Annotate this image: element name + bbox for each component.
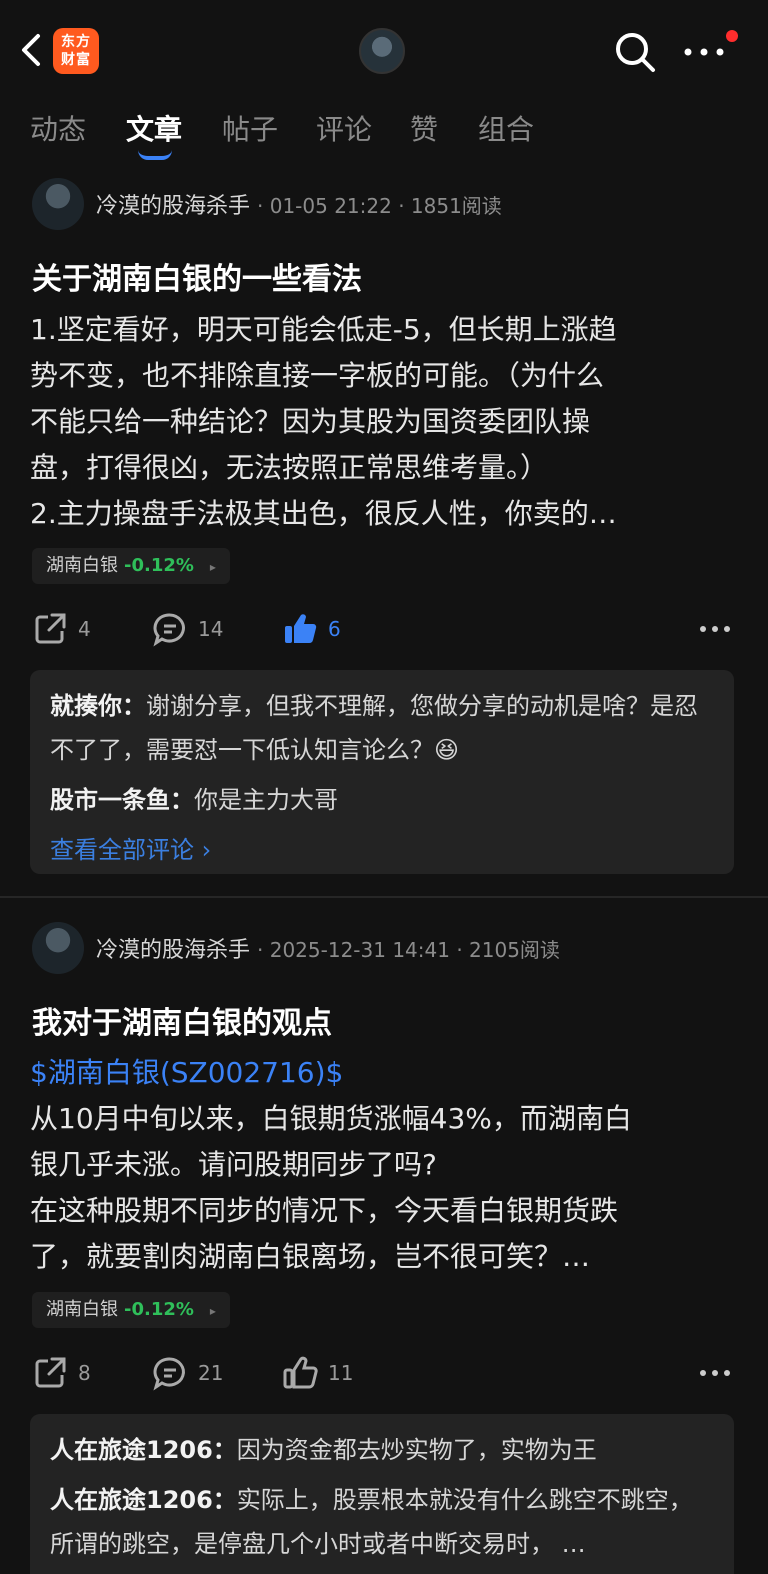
author-name[interactable]: 冷漠的股海杀手: [96, 194, 250, 219]
comment-preview[interactable]: 人在旅途1206：因为资金都去炒实物了，实物为王 人在旅途1206：实际上，股票…: [30, 1414, 734, 1574]
top-bar: 东方 财富: [0, 0, 768, 100]
author-avatar[interactable]: [32, 178, 84, 230]
comment-count: 14: [198, 617, 224, 641]
tab-bar: 动态 文章 帖子 评论 赞 组合: [0, 100, 768, 164]
notification-dot: [726, 30, 738, 42]
logo-line2: 财富: [61, 52, 91, 68]
like-count: 6: [328, 617, 341, 641]
comment-text: 谢谢分享，但我不理解，您做分享的动机是啥？是忍不了了，需要怼一下低认知言论么？😆: [50, 692, 698, 764]
comment-item[interactable]: 股市一条鱼：你是主力大哥: [50, 778, 714, 822]
share-button[interactable]: 4: [32, 604, 91, 654]
app-logo[interactable]: 东方 财富: [53, 28, 99, 74]
body-line: 1.坚定看好，明天可能会低走-5，但长期上涨趋: [30, 313, 617, 346]
author-line: 冷漠的股海杀手 · 01-05 21:22 · 1851阅读: [96, 188, 502, 220]
author-line: 冷漠的股海杀手 · 2025-12-31 14:41 · 2105阅读: [96, 932, 560, 964]
post-meta: · 2025-12-31 14:41 · 2105阅读: [257, 938, 560, 962]
share-count: 4: [78, 617, 91, 641]
like-button[interactable]: 6: [282, 604, 341, 654]
tab-dynamic[interactable]: 动态: [30, 108, 86, 148]
comment-item[interactable]: 就揍你：谢谢分享，但我不理解，您做分享的动机是啥？是忍不了了，需要怼一下低认知言…: [50, 684, 714, 772]
stock-link[interactable]: $湖南白银(SZ002716)$: [30, 1050, 730, 1096]
comment-preview[interactable]: 就揍你：谢谢分享，但我不理解，您做分享的动机是啥？是忍不了了，需要怼一下低认知言…: [30, 670, 734, 874]
comment-item[interactable]: 人在旅途1206：实际上，股票根本就没有什么跳空不跳空， 所谓的跳空，是停盘几个…: [50, 1478, 714, 1566]
body-line: 从10月中旬以来，白银期货涨幅43%，而湖南白: [30, 1102, 632, 1135]
post-title[interactable]: 我对于湖南白银的观点: [32, 998, 332, 1042]
comment-button[interactable]: 14: [152, 604, 223, 654]
body-line: 势不变，也不排除直接一字板的可能。（为什么: [30, 359, 605, 392]
body-line: 了，就要割肉湖南白银离场，岂不很可笑？…: [30, 1240, 591, 1273]
back-icon[interactable]: [14, 30, 50, 70]
post-body[interactable]: $湖南白银(SZ002716)$ 从10月中旬以来，白银期货涨幅43%，而湖南白…: [30, 1050, 730, 1280]
action-bar: 4 14 6: [0, 604, 768, 654]
share-count: 8: [78, 1361, 91, 1385]
like-button[interactable]: 11: [282, 1348, 353, 1398]
stock-name: 湖南白银: [46, 1299, 118, 1320]
action-bar: 8 21 11: [0, 1348, 768, 1398]
tab-comments[interactable]: 评论: [316, 108, 372, 148]
body-line: 在这种股期不同步的情况下，今天看白银期货跌: [30, 1194, 619, 1227]
comment-button[interactable]: 21: [152, 1348, 223, 1398]
thumbs-up-icon: [283, 1356, 318, 1389]
comment-text: 你是主力大哥: [194, 786, 338, 814]
tab-portfolio[interactable]: 组合: [478, 108, 534, 148]
tab-likes[interactable]: 赞: [410, 108, 438, 148]
share-icon: [35, 1357, 66, 1388]
chevron-right-icon: ▸: [209, 560, 216, 574]
share-button[interactable]: 8: [32, 1348, 91, 1398]
comment-text: 因为资金都去炒实物了，实物为王: [236, 1436, 597, 1464]
tab-articles[interactable]: 文章: [126, 108, 182, 148]
stock-chip[interactable]: 湖南白银 -0.12% ▸: [32, 548, 230, 584]
body-line: 盘，打得很凶，无法按照正常思维考量。）: [30, 451, 549, 484]
view-all-comments-link[interactable]: 查看全部评论 ›: [50, 828, 714, 872]
chevron-right-icon: ▸: [209, 1304, 216, 1318]
stock-name: 湖南白银: [46, 555, 118, 576]
comment-count: 21: [198, 1361, 224, 1385]
more-options-icon[interactable]: [698, 1358, 732, 1388]
stock-change: -0.12%: [124, 1299, 194, 1320]
post-divider: [0, 896, 768, 898]
comment-item[interactable]: 人在旅途1206：因为资金都去炒实物了，实物为王: [50, 1428, 714, 1472]
tab-posts[interactable]: 帖子: [222, 108, 278, 148]
author-avatar[interactable]: [32, 922, 84, 974]
search-icon[interactable]: [613, 30, 657, 74]
post-body[interactable]: 1.坚定看好，明天可能会低走-5，但长期上涨趋 势不变，也不排除直接一字板的可能…: [30, 307, 730, 537]
like-count: 11: [328, 1361, 354, 1385]
comment-icon: [153, 1357, 185, 1391]
post-meta: · 01-05 21:22 · 1851阅读: [257, 194, 502, 218]
more-options-icon[interactable]: [698, 614, 732, 644]
body-line: 不能只给一种结论？因为其股为国资委团队操: [30, 405, 591, 438]
stock-chip[interactable]: 湖南白银 -0.12% ▸: [32, 1292, 230, 1328]
logo-line1: 东方: [61, 34, 91, 50]
body-line: 银几乎未涨。请问股期同步了吗?: [30, 1148, 437, 1181]
stock-change: -0.12%: [124, 555, 194, 576]
body-line: 2.主力操盘手法极其出色，很反人性，你卖的…: [30, 497, 617, 530]
comment-user[interactable]: 股市一条鱼：: [50, 786, 194, 814]
comment-user[interactable]: 人在旅途1206：: [50, 1436, 237, 1464]
more-icon[interactable]: [680, 38, 728, 66]
comment-user[interactable]: 就揍你：: [50, 692, 146, 720]
comment-icon: [153, 613, 185, 647]
profile-avatar[interactable]: [359, 28, 405, 74]
share-icon: [35, 613, 66, 644]
post-title[interactable]: 关于湖南白银的一些看法: [32, 254, 362, 298]
comment-user[interactable]: 人在旅途1206：: [50, 1486, 237, 1514]
active-tab-indicator: [138, 150, 172, 160]
author-name[interactable]: 冷漠的股海杀手: [96, 938, 250, 963]
thumbs-up-icon: [285, 614, 317, 644]
